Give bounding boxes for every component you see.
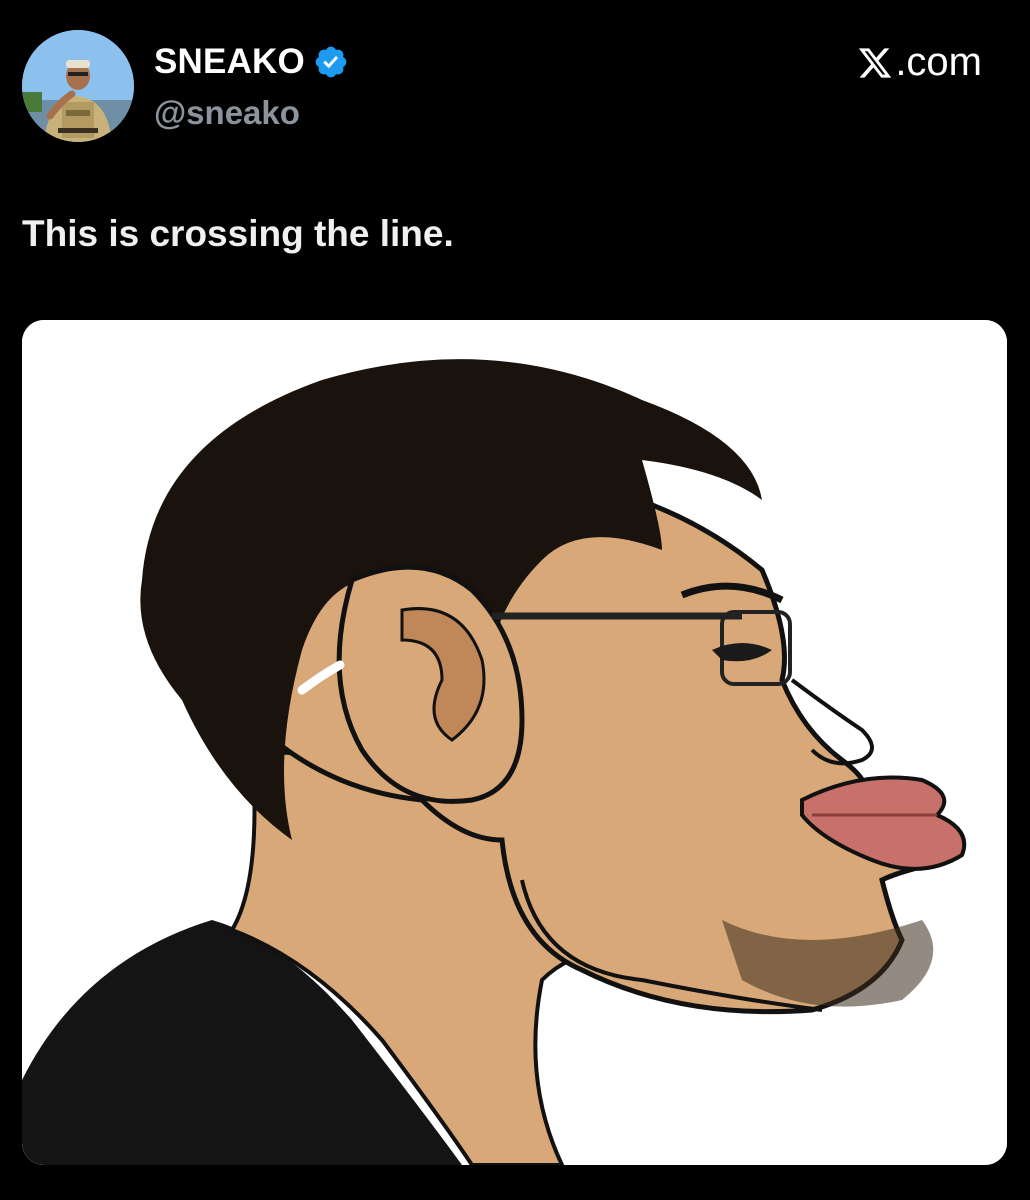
cartoon-illustration-icon (22, 320, 1007, 1165)
post-media-image[interactable] (22, 320, 1007, 1165)
x-logo-icon (859, 47, 892, 78)
author-display-name[interactable]: SNEAKO (154, 42, 349, 82)
brand-watermark: .com (857, 40, 982, 85)
author-avatar[interactable] (22, 30, 134, 142)
verified-badge-icon (315, 46, 347, 78)
display-name-text: SNEAKO (154, 42, 305, 81)
author-handle[interactable]: @sneako (154, 94, 300, 132)
post-text: This is crossing the line. (22, 213, 454, 254)
profile-photo-icon (22, 30, 134, 142)
brand-label: .com (895, 40, 982, 84)
